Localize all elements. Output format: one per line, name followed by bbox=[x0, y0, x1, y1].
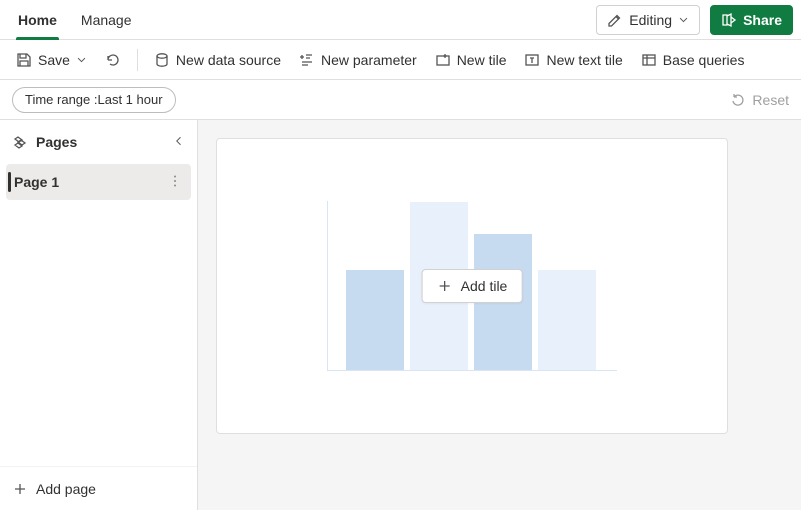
page-item-label: Page 1 bbox=[14, 174, 59, 190]
body: Pages Page 1 Add page Ad bbox=[0, 120, 801, 510]
new-parameter-label: New parameter bbox=[321, 52, 417, 68]
filter-bar: Time range : Last 1 hour Reset bbox=[0, 80, 801, 120]
new-tile-label: New tile bbox=[457, 52, 507, 68]
base-queries-button[interactable]: Base queries bbox=[633, 44, 753, 76]
save-button[interactable]: Save bbox=[8, 44, 95, 76]
canvas-area: Add tile bbox=[198, 120, 801, 510]
plus-icon bbox=[437, 278, 453, 294]
save-label: Save bbox=[38, 52, 70, 68]
collapse-sidebar-button[interactable] bbox=[173, 134, 185, 150]
chevron-down-icon bbox=[76, 54, 87, 65]
share-button[interactable]: Share bbox=[710, 5, 793, 35]
tab-manage-label: Manage bbox=[81, 12, 132, 28]
dashboard-canvas: Add tile bbox=[216, 138, 728, 434]
new-parameter-button[interactable]: New parameter bbox=[291, 44, 425, 76]
sidebar: Pages Page 1 Add page bbox=[0, 120, 198, 510]
new-text-tile-button[interactable]: New text tile bbox=[516, 44, 630, 76]
editing-button[interactable]: Editing bbox=[596, 5, 700, 35]
pages-icon bbox=[12, 134, 28, 150]
base-queries-icon bbox=[641, 52, 657, 68]
new-data-source-button[interactable]: New data source bbox=[146, 44, 289, 76]
undo-icon bbox=[730, 92, 746, 108]
new-text-tile-label: New text tile bbox=[546, 52, 622, 68]
tile-icon bbox=[435, 52, 451, 68]
more-vertical-icon bbox=[167, 173, 183, 189]
refresh-icon bbox=[105, 52, 121, 68]
add-page-button[interactable]: Add page bbox=[0, 466, 197, 510]
top-tabs: Home Manage Editing Share bbox=[0, 0, 801, 40]
tab-manage[interactable]: Manage bbox=[71, 0, 142, 40]
database-icon bbox=[154, 52, 170, 68]
chevron-down-icon bbox=[678, 14, 689, 25]
sidebar-header: Pages bbox=[0, 120, 197, 164]
refresh-button[interactable] bbox=[97, 44, 129, 76]
chart-bar bbox=[346, 270, 404, 370]
divider bbox=[137, 49, 138, 71]
reset-button[interactable]: Reset bbox=[730, 92, 789, 108]
page-item-more-button[interactable] bbox=[167, 173, 183, 192]
time-range-chip[interactable]: Time range : Last 1 hour bbox=[12, 87, 176, 113]
tab-home-label: Home bbox=[18, 12, 57, 28]
new-tile-button[interactable]: New tile bbox=[427, 44, 515, 76]
toolbar: Save New data source New parameter New t… bbox=[0, 40, 801, 80]
add-tile-button[interactable]: Add tile bbox=[422, 269, 523, 303]
time-range-label: Time range : bbox=[25, 92, 98, 107]
share-label: Share bbox=[743, 12, 782, 28]
pencil-icon bbox=[607, 12, 623, 28]
share-icon bbox=[721, 12, 737, 28]
reset-label: Reset bbox=[752, 92, 789, 108]
page-item[interactable]: Page 1 bbox=[6, 164, 191, 200]
chart-bar bbox=[538, 270, 596, 370]
add-page-label: Add page bbox=[36, 481, 96, 497]
text-tile-icon bbox=[524, 52, 540, 68]
add-tile-label: Add tile bbox=[461, 278, 508, 294]
chevron-left-icon bbox=[173, 135, 185, 147]
plus-icon bbox=[12, 481, 28, 497]
editing-label: Editing bbox=[629, 12, 672, 28]
parameter-icon bbox=[299, 52, 315, 68]
save-icon bbox=[16, 52, 32, 68]
new-data-source-label: New data source bbox=[176, 52, 281, 68]
base-queries-label: Base queries bbox=[663, 52, 745, 68]
tab-home[interactable]: Home bbox=[8, 0, 67, 40]
time-range-value: Last 1 hour bbox=[98, 92, 163, 107]
sidebar-title: Pages bbox=[36, 134, 77, 150]
